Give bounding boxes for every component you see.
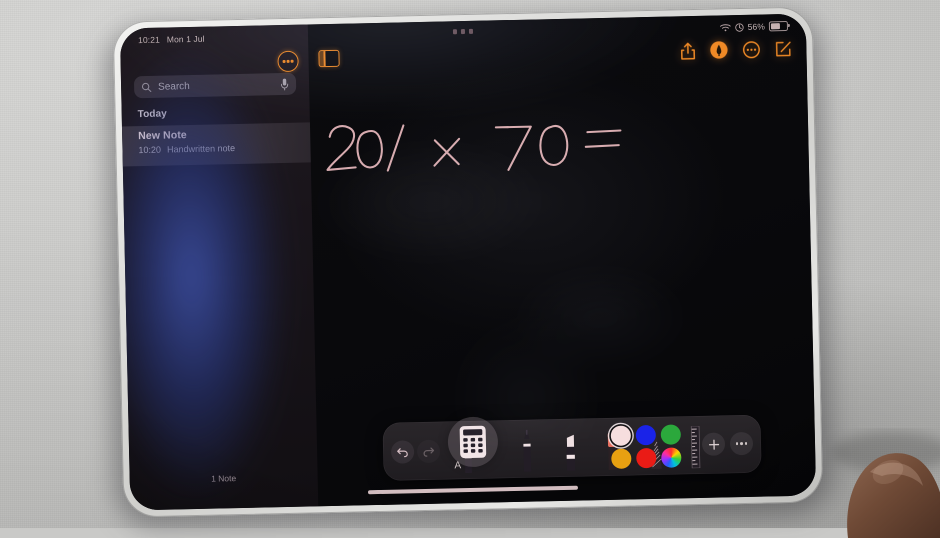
markup-toolbar: A bbox=[382, 415, 761, 481]
apple-intelligence-icon[interactable] bbox=[709, 40, 728, 59]
wifi-icon bbox=[720, 23, 731, 32]
note-title: New Note bbox=[138, 127, 294, 142]
ruler-tool-icon bbox=[690, 426, 702, 468]
color-swatch-white-pink[interactable] bbox=[611, 425, 631, 445]
palette-actions bbox=[702, 432, 753, 456]
note-time: 10:20 bbox=[138, 145, 161, 155]
color-swatch-red[interactable] bbox=[636, 447, 656, 467]
compose-note-icon[interactable] bbox=[774, 39, 792, 57]
tool-pen[interactable] bbox=[520, 430, 535, 477]
status-date: Mon 1 Jul bbox=[167, 34, 205, 45]
status-time: 10:21 bbox=[138, 35, 160, 45]
tablet-bezel: Search Today New Note 10:20 Handwritten … bbox=[113, 6, 824, 517]
redo-arrow-icon bbox=[422, 444, 435, 457]
color-swatch-orange[interactable] bbox=[611, 448, 631, 468]
microphone-icon[interactable] bbox=[280, 77, 289, 90]
add-tool-button[interactable] bbox=[702, 432, 725, 455]
color-swatch-green[interactable] bbox=[661, 424, 681, 444]
battery-icon bbox=[769, 21, 788, 31]
sync-icon bbox=[735, 22, 744, 31]
note-toolbar bbox=[680, 39, 792, 60]
sidebar-toggle-button[interactable] bbox=[318, 50, 339, 67]
search-placeholder: Search bbox=[158, 79, 274, 93]
note-preview: Handwritten note bbox=[167, 143, 235, 154]
redo-button[interactable] bbox=[417, 439, 440, 462]
color-palette bbox=[611, 423, 688, 469]
multitasking-dots-icon[interactable] bbox=[453, 29, 473, 34]
sidebar-toggle-icon bbox=[318, 50, 339, 67]
section-header-today: Today bbox=[138, 109, 167, 121]
more-circle-icon[interactable] bbox=[742, 40, 760, 58]
note-count-label: 1 Note bbox=[130, 471, 318, 485]
tablet-device: Search Today New Note 10:20 Handwritten … bbox=[113, 6, 824, 517]
more-circle-icon[interactable] bbox=[277, 51, 298, 72]
sidebar-more-button[interactable] bbox=[277, 51, 298, 72]
share-icon[interactable] bbox=[680, 41, 695, 59]
color-swatch-blue[interactable] bbox=[636, 424, 656, 444]
more-dots-icon bbox=[736, 442, 738, 444]
undo-arrow-icon bbox=[396, 445, 409, 458]
user-finger bbox=[826, 428, 940, 538]
pen-tool-icon bbox=[520, 430, 535, 472]
tablet-screen: Search Today New Note 10:20 Handwritten … bbox=[120, 14, 816, 511]
tool-highlighter[interactable] bbox=[563, 433, 579, 476]
plus-icon bbox=[707, 438, 719, 450]
battery-percent: 56% bbox=[748, 21, 766, 31]
color-swatch-rainbow[interactable] bbox=[661, 447, 681, 467]
undo-button[interactable] bbox=[391, 440, 414, 463]
calculator-icon bbox=[459, 425, 488, 460]
note-subtitle: 10:20 Handwritten note bbox=[138, 142, 294, 155]
search-icon bbox=[141, 81, 152, 92]
tool-math-notes[interactable] bbox=[447, 416, 498, 467]
highlighter-tool-icon bbox=[563, 433, 579, 471]
list-item[interactable]: New Note 10:20 Handwritten note bbox=[122, 122, 311, 166]
undo-redo-group bbox=[383, 439, 440, 463]
palette-more-button[interactable] bbox=[730, 432, 753, 455]
tool-ruler[interactable] bbox=[690, 426, 702, 473]
status-left: 10:21 Mon 1 Jul bbox=[138, 34, 205, 45]
notes-sidebar: Search Today New Note 10:20 Handwritten … bbox=[120, 24, 318, 510]
status-right: 56% bbox=[720, 21, 789, 32]
search-input[interactable]: Search bbox=[134, 73, 296, 99]
